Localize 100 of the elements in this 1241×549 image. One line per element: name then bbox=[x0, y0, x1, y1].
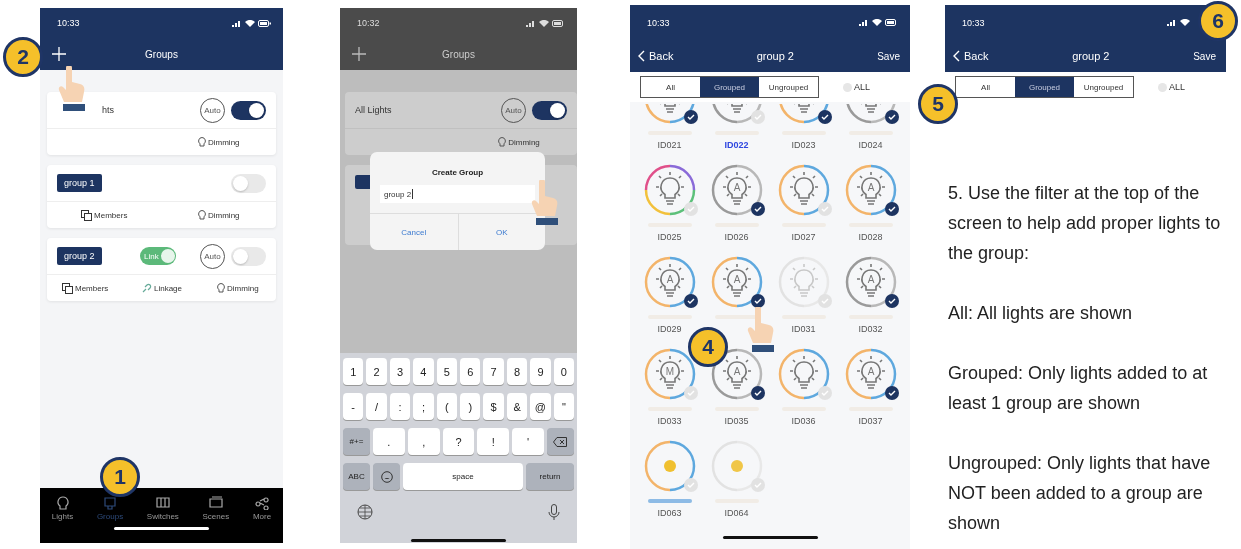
pointing-hand-icon bbox=[530, 180, 560, 226]
card-action[interactable]: Dimming bbox=[161, 209, 276, 221]
save-button[interactable]: Save bbox=[1193, 50, 1216, 62]
checkmark-icon[interactable] bbox=[884, 386, 899, 400]
microphone-icon[interactable] bbox=[548, 504, 560, 521]
checkmark-icon[interactable] bbox=[683, 202, 698, 216]
wifi-icon bbox=[872, 19, 882, 26]
step-badge: 2 bbox=[3, 37, 43, 77]
key[interactable]: ABC bbox=[343, 463, 370, 490]
checkmark-icon[interactable] bbox=[750, 294, 765, 308]
key[interactable]: ) bbox=[460, 393, 481, 420]
light-id: ID024 bbox=[858, 140, 883, 150]
key[interactable]: $ bbox=[483, 393, 504, 420]
checkmark-icon[interactable] bbox=[683, 110, 698, 124]
battery-icon bbox=[258, 19, 271, 27]
back-button[interactable]: Back bbox=[953, 50, 989, 62]
light-id: ID023 bbox=[791, 140, 816, 150]
light-id: ID021 bbox=[657, 140, 682, 150]
checkmark-icon[interactable] bbox=[750, 478, 765, 492]
key[interactable]: 2 bbox=[366, 358, 387, 385]
card-action[interactable]: Dimming bbox=[461, 136, 577, 148]
key[interactable]: . bbox=[373, 428, 405, 455]
group-name-tag[interactable]: group 2 bbox=[57, 247, 102, 265]
filter-tab[interactable]: Grouped bbox=[1015, 77, 1074, 97]
key[interactable]: ' bbox=[512, 428, 544, 455]
return-key[interactable]: return bbox=[526, 463, 574, 490]
input-field[interactable]: group 2 bbox=[380, 185, 535, 203]
toggle-switch[interactable] bbox=[532, 100, 567, 120]
key[interactable]: ( bbox=[436, 393, 458, 420]
key[interactable]: 7 bbox=[483, 358, 504, 385]
key[interactable]: 0 bbox=[553, 358, 575, 385]
toggle-switch[interactable] bbox=[231, 246, 266, 266]
checkmark-icon[interactable] bbox=[683, 478, 698, 492]
key[interactable]: 4 bbox=[413, 358, 434, 385]
light-id: ID025 bbox=[657, 232, 682, 242]
checkmark-icon[interactable] bbox=[884, 202, 899, 216]
tab-icon bbox=[254, 494, 270, 510]
select-all-checkbox[interactable]: ALL bbox=[843, 82, 870, 92]
key[interactable]: @ bbox=[530, 393, 551, 420]
filter-tab[interactable]: Grouped bbox=[700, 77, 759, 97]
bulb-icon bbox=[498, 136, 507, 148]
step-badge: 6 bbox=[1198, 1, 1238, 41]
add-icon[interactable] bbox=[352, 47, 366, 61]
key[interactable]: 5 bbox=[436, 358, 458, 385]
group-name-tag[interactable]: group 1 bbox=[57, 174, 102, 192]
tab-icon bbox=[207, 494, 224, 510]
key[interactable]: ! bbox=[477, 428, 510, 455]
light-id: ID035 bbox=[724, 416, 749, 426]
checkmark-icon[interactable] bbox=[884, 294, 899, 308]
status-time: 10:33 bbox=[647, 17, 670, 28]
key[interactable]: ? bbox=[442, 428, 475, 455]
tab-icon bbox=[102, 494, 118, 510]
group-name: hts bbox=[102, 105, 114, 115]
key[interactable]: 9 bbox=[530, 358, 551, 385]
key[interactable]: & bbox=[506, 393, 528, 420]
key[interactable]: 1 bbox=[343, 358, 364, 385]
card-action[interactable]: Linkage bbox=[123, 282, 200, 294]
key[interactable]: 6 bbox=[460, 358, 481, 385]
checkmark-icon[interactable] bbox=[750, 110, 765, 124]
toggle-switch[interactable] bbox=[231, 173, 266, 193]
key[interactable]: : bbox=[389, 393, 411, 420]
back-button[interactable]: Back bbox=[638, 50, 674, 62]
card-action[interactable]: Dimming bbox=[199, 282, 276, 294]
key[interactable]: #+= bbox=[343, 428, 370, 455]
tab[interactable]: Scenes bbox=[202, 494, 230, 521]
checkmark-icon[interactable] bbox=[817, 110, 832, 124]
checkmark-icon[interactable] bbox=[683, 294, 698, 308]
key[interactable]: 8 bbox=[506, 358, 528, 385]
checkmark-icon[interactable] bbox=[884, 110, 899, 124]
wifi-icon bbox=[1180, 19, 1190, 26]
light-id: ID027 bbox=[791, 232, 816, 242]
checkmark-icon[interactable] bbox=[750, 386, 765, 400]
light-id: ID031 bbox=[791, 324, 816, 334]
screen-title: Groups bbox=[442, 48, 475, 60]
backspace-key[interactable] bbox=[547, 428, 574, 455]
checkmark-icon[interactable] bbox=[817, 386, 832, 400]
toggle-switch[interactable] bbox=[231, 100, 266, 120]
card-action[interactable]: Members bbox=[47, 282, 124, 294]
tab[interactable]: Switches bbox=[146, 494, 179, 521]
checkmark-icon[interactable] bbox=[817, 294, 832, 308]
tab[interactable]: More bbox=[252, 494, 272, 521]
checkmark-icon[interactable] bbox=[683, 386, 698, 400]
checkmark-icon[interactable] bbox=[817, 202, 832, 216]
card-action[interactable]: Members bbox=[47, 209, 162, 221]
status-time: 10:33 bbox=[962, 17, 985, 28]
globe-icon[interactable] bbox=[357, 504, 373, 520]
key[interactable]: , bbox=[407, 428, 440, 455]
key[interactable]: 3 bbox=[389, 358, 411, 385]
card-action[interactable]: Dimming bbox=[161, 136, 276, 148]
checkmark-icon[interactable] bbox=[750, 202, 765, 216]
key[interactable]: ; bbox=[413, 393, 434, 420]
emoji-key[interactable] bbox=[373, 463, 400, 490]
key[interactable]: / bbox=[366, 393, 387, 420]
tab[interactable]: Lights bbox=[51, 494, 74, 521]
dialog-button[interactable]: Cancel bbox=[370, 214, 458, 250]
key[interactable]: - bbox=[343, 393, 364, 420]
save-button[interactable]: Save bbox=[877, 50, 900, 62]
select-all-checkbox[interactable]: ALL bbox=[1158, 82, 1185, 92]
space-key[interactable]: space bbox=[403, 463, 523, 490]
key[interactable]: " bbox=[553, 393, 575, 420]
